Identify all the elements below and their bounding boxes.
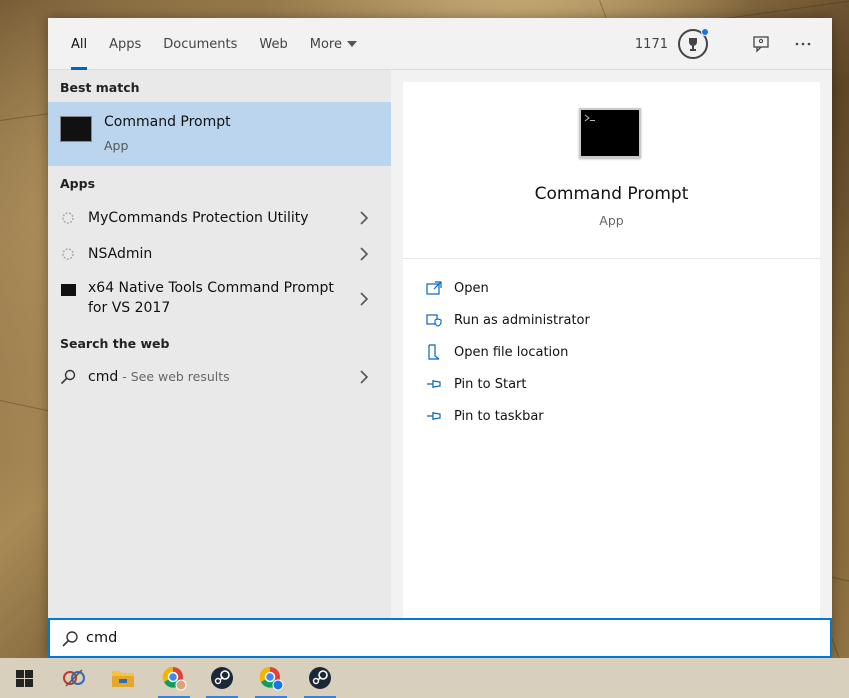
best-match-subtitle: App [104,138,129,153]
taskbar [0,658,849,698]
divider [403,258,820,259]
tab-documents[interactable]: Documents [152,18,248,70]
web-result-item[interactable]: cmd - See web results [48,358,391,396]
feedback-button[interactable] [750,33,772,55]
preview-title: Command Prompt [534,184,689,204]
list-item-label: MyCommands Protection Utility [88,210,309,226]
action-label: Open file location [454,344,569,360]
taskbar-app-steam-1[interactable] [198,658,246,698]
search-input[interactable] [86,625,786,651]
tab-more[interactable]: More [299,18,368,70]
taskbar-app-steam-2[interactable] [296,658,344,698]
action-label: Run as administrator [454,312,590,328]
command-prompt-icon [60,116,92,142]
tab-web[interactable]: Web [248,18,298,70]
action-open[interactable]: Open [425,278,489,298]
steam-icon [211,667,233,689]
preview-pane: Command Prompt App Open Run as administr… [403,82,820,618]
chevron-right-icon[interactable] [359,370,369,384]
action-open-file-location[interactable]: Open file location [425,342,568,362]
app-gear-icon [60,246,76,262]
web-result-label: cmd - See web results [88,367,230,387]
search-topbar: All Apps Documents Web More 1171 [48,18,832,70]
action-label: Pin to Start [454,376,527,392]
list-item[interactable]: x64 Native Tools Command Prompt for VS 2… [48,274,391,324]
filter-tabs: All Apps Documents Web More [60,18,368,70]
web-result-suffix: - See web results [118,369,230,384]
web-query: cmd [88,369,119,385]
section-heading-best-match: Best match [60,80,140,95]
taskbar-app-file-explorer[interactable] [99,658,147,698]
preview-subtitle: App [599,213,624,228]
list-item[interactable]: NSAdmin [48,236,391,272]
results-list: Best match Command Prompt App Apps MyCom… [48,70,391,618]
chevron-right-icon[interactable] [359,211,369,225]
tab-label: Documents [163,36,238,52]
action-label: Open [454,280,489,296]
ellipsis-icon [795,42,811,46]
action-run-as-admin[interactable]: Run as administrator [425,310,590,330]
app-gear-icon [60,210,76,226]
tab-label: Apps [109,36,142,52]
taskbar-app-snipping[interactable] [50,658,98,698]
section-heading-apps: Apps [60,176,96,191]
steam-icon [309,667,331,689]
start-search-panel: All Apps Documents Web More 1171 Best ma… [48,18,832,658]
best-match-item[interactable]: Command Prompt App [48,102,391,166]
search-icon [60,369,76,385]
tab-apps[interactable]: Apps [98,18,152,70]
tab-label: All [71,36,88,52]
terminal-icon [60,282,76,298]
tab-all[interactable]: All [60,18,98,70]
folder-icon [112,671,134,687]
more-options-button[interactable] [792,33,814,55]
search-box[interactable] [48,618,832,658]
feedback-icon [753,36,769,53]
command-prompt-icon [579,108,641,158]
chevron-right-icon[interactable] [359,292,369,306]
shield-icon [425,311,443,329]
list-item-label: x64 Native Tools Command Prompt [88,280,334,296]
chrome-icon [162,666,187,691]
pin-icon [425,375,443,393]
list-item[interactable]: MyCommands Protection Utility [48,200,391,236]
open-icon [425,279,443,297]
chevron-down-icon [347,41,357,47]
notification-dot [701,28,709,36]
chrome-icon [259,666,284,691]
section-heading-web: Search the web [60,336,170,351]
windows-logo-icon [15,669,33,687]
file-location-icon [425,343,443,361]
start-button[interactable] [0,658,48,698]
trophy-icon [689,38,697,51]
tab-label: Web [259,36,288,52]
action-pin-to-start[interactable]: Pin to Start [425,374,526,394]
search-icon [62,631,78,647]
chevron-right-icon[interactable] [359,247,369,261]
topbar-actions: 1171 [635,18,814,70]
list-item-label: NSAdmin [88,246,153,262]
tab-label: More [309,36,342,52]
action-label: Pin to taskbar [454,408,544,424]
taskbar-app-chrome-profile-1[interactable] [150,658,198,698]
taskbar-app-chrome-profile-2[interactable] [247,658,295,698]
pin-icon [425,407,443,425]
rewards-points: 1171 [634,36,668,52]
best-match-title: Command Prompt [104,114,231,130]
snipping-tool-icon [63,669,85,687]
action-pin-to-taskbar[interactable]: Pin to taskbar [425,406,544,426]
rewards-button[interactable] [678,28,709,59]
list-item-label-line2: for VS 2017 [88,300,171,316]
